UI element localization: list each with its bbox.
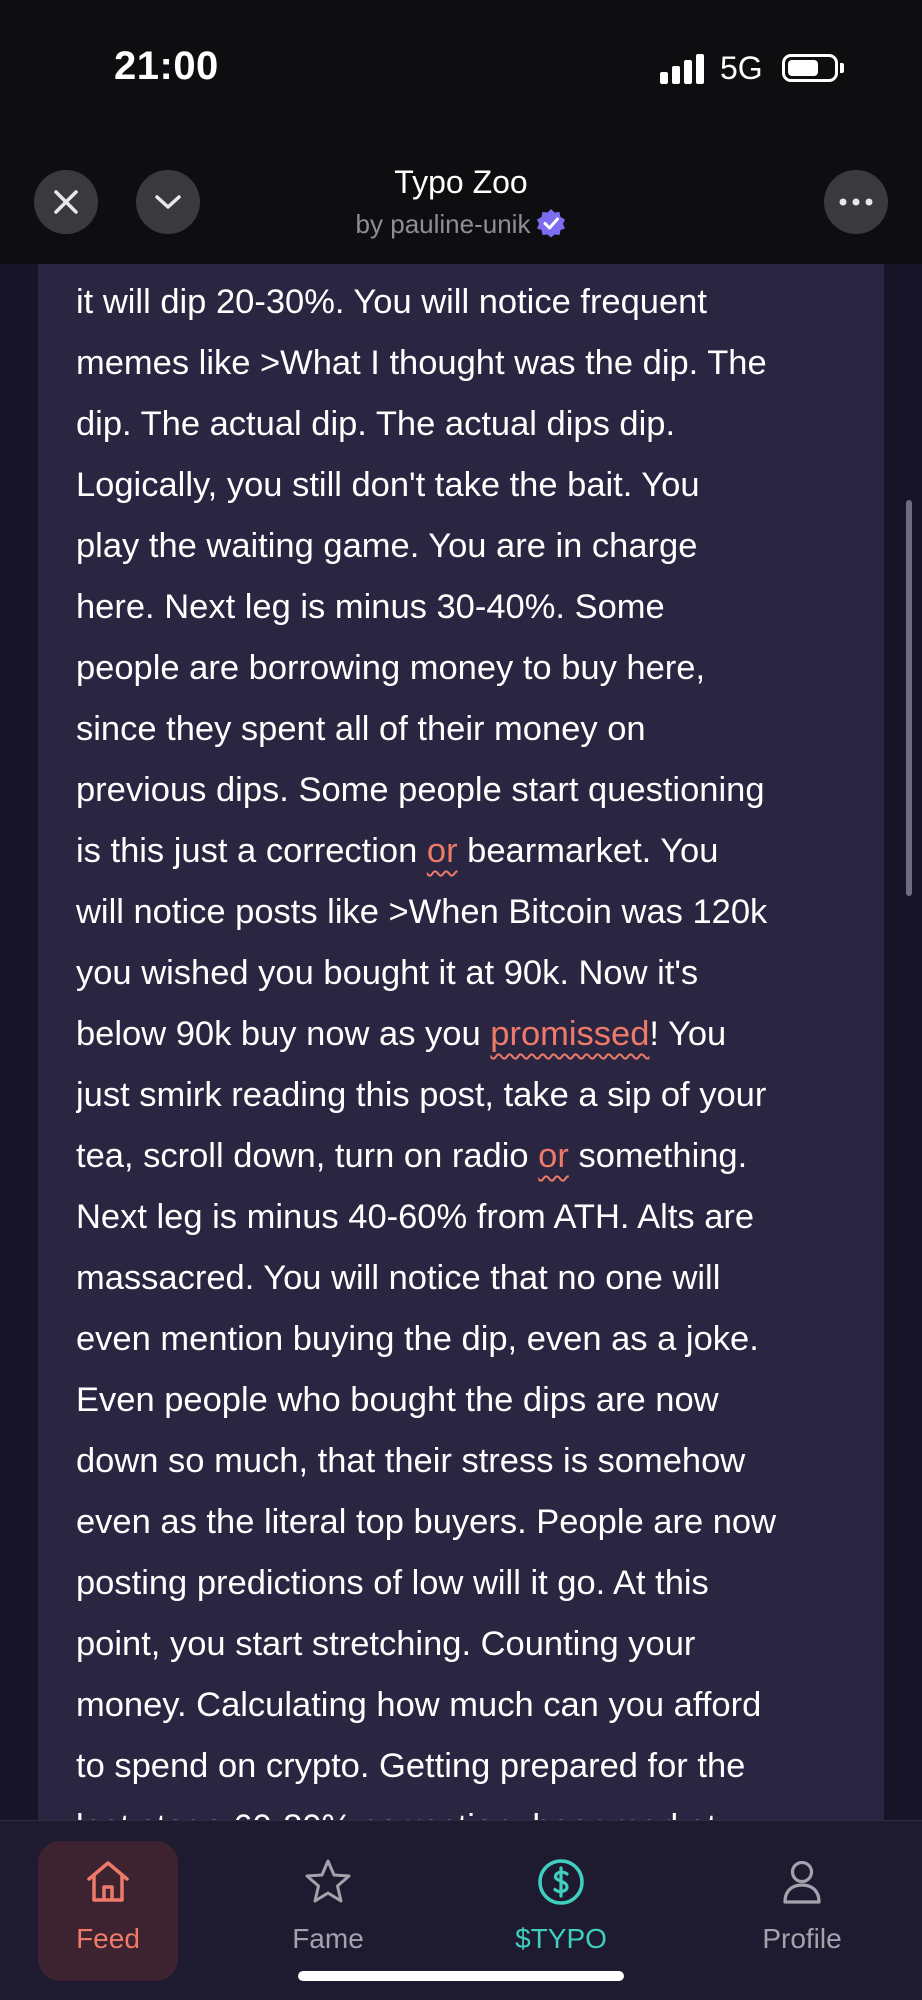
- post-text: since they spent all of their money on: [76, 710, 646, 748]
- post-text: posting predictions of low will it go. A…: [76, 1564, 709, 1602]
- post-line: money. Calculating how much can you affo…: [76, 1675, 866, 1736]
- post-line: it will dip 20-30%. You will notice freq…: [76, 272, 866, 333]
- network-type: 5G: [720, 50, 763, 86]
- post-line: here. Next leg is minus 30-40%. Some: [76, 577, 866, 638]
- post-line: you wished you bought it at 90k. Now it'…: [76, 943, 866, 1004]
- post-body[interactable]: it will dip 20-30%. You will notice freq…: [76, 272, 866, 1820]
- app-screen: 21:00 5G Typo Zoo by pauline-unik it wil…: [0, 0, 922, 2000]
- post-line: people are borrowing money to buy here,: [76, 638, 866, 699]
- post-line: dip. The actual dip. The actual dips dip…: [76, 394, 866, 455]
- post-text: you wished you bought it at 90k. Now it'…: [76, 954, 699, 992]
- post-text: something.: [568, 1137, 748, 1175]
- post-text: memes like >What I thought was the dip. …: [76, 344, 767, 382]
- post-text: people are borrowing money to buy here,: [76, 649, 706, 687]
- post-line: Next leg is minus 40-60% from ATH. Alts …: [76, 1187, 866, 1248]
- post-line: below 90k buy now as you promissed! You: [76, 1004, 866, 1065]
- post-line: to spend on crypto. Getting prepared for…: [76, 1736, 866, 1797]
- typo-word[interactable]: or: [538, 1137, 569, 1175]
- post-header: Typo Zoo by pauline-unik: [0, 140, 922, 265]
- post-line: will notice posts like >When Bitcoin was…: [76, 882, 866, 943]
- nav-label-fame: Fame: [292, 1923, 364, 1954]
- typo-word[interactable]: or: [427, 832, 458, 870]
- post-line: tea, scroll down, turn on radio or somet…: [76, 1126, 866, 1187]
- nav-item-fame[interactable]: Fame: [258, 1841, 398, 1981]
- nav-item-typo[interactable]: $TYPO: [491, 1841, 631, 1981]
- post-line: down so much, that their stress is someh…: [76, 1431, 866, 1492]
- nav-label-feed: Feed: [76, 1923, 140, 1954]
- post-line: even as the literal top buyers. People a…: [76, 1492, 866, 1553]
- home-indicator[interactable]: [298, 1971, 624, 1981]
- author-name[interactable]: by pauline-unik: [356, 209, 531, 239]
- post-text: previous dips. Some people start questio…: [76, 771, 765, 809]
- post-line: just smirk reading this post, take a sip…: [76, 1065, 866, 1126]
- typo-word[interactable]: promissed: [490, 1015, 649, 1053]
- more-options-button[interactable]: [824, 170, 888, 234]
- post-line: since they spent all of their money on: [76, 699, 866, 760]
- post-text: massacred. You will notice that no one w…: [76, 1259, 721, 1297]
- post-text: ! You: [649, 1015, 727, 1053]
- verified-badge-icon: [537, 209, 566, 238]
- post-text: tea, scroll down, turn on radio: [76, 1137, 539, 1175]
- post-line: massacred. You will notice that no one w…: [76, 1248, 866, 1309]
- post-text: even mention buying the dip, even as a j…: [76, 1320, 759, 1358]
- post-text: here. Next leg is minus 30-40%. Some: [76, 588, 665, 626]
- post-text: bearmarket. You: [457, 832, 719, 870]
- nav-item-profile[interactable]: Profile: [732, 1841, 872, 1981]
- post-line: posting predictions of low will it go. A…: [76, 1553, 866, 1614]
- post-text: just smirk reading this post, take a sip…: [76, 1076, 767, 1114]
- content-gutter-right: [884, 264, 922, 1820]
- home-icon: [87, 1861, 129, 1902]
- status-bar: 21:00 5G: [0, 0, 922, 140]
- post-text: Next leg is minus 40-60% from ATH. Alts …: [76, 1198, 755, 1236]
- post-text: last stage 60-80% correction, bear marke…: [76, 1808, 716, 1820]
- post-text: down so much, that their stress is someh…: [76, 1442, 746, 1480]
- post-text: play the waiting game. You are in charge: [76, 527, 698, 565]
- cellular-signal-icon: [660, 54, 708, 84]
- post-line: Even people who bought the dips are now: [76, 1370, 866, 1431]
- post-line: Logically, you still don't take the bait…: [76, 455, 866, 516]
- post-text: is this just a correction: [76, 832, 427, 870]
- scrollbar-thumb[interactable]: [906, 500, 912, 896]
- nav-label-profile: Profile: [762, 1923, 842, 1954]
- post-text: to spend on crypto. Getting prepared for…: [76, 1747, 746, 1785]
- post-line: memes like >What I thought was the dip. …: [76, 333, 866, 394]
- post-text: Even people who bought the dips are now: [76, 1381, 719, 1419]
- post-line: play the waiting game. You are in charge: [76, 516, 866, 577]
- post-text: money. Calculating how much can you affo…: [76, 1686, 762, 1724]
- post-line: is this just a correction or bearmarket.…: [76, 821, 866, 882]
- post-text: Logically, you still don't take the bait…: [76, 466, 700, 504]
- dollar-coin-icon: [538, 1859, 584, 1905]
- post-line: last stage 60-80% correction, bear marke…: [76, 1797, 866, 1820]
- battery-nub: [840, 63, 844, 73]
- post-line: even mention buying the dip, even as a j…: [76, 1309, 866, 1370]
- content-gutter-left: [0, 264, 38, 1820]
- page-title: Typo Zoo: [394, 164, 528, 200]
- post-text: below 90k buy now as you: [76, 1015, 491, 1053]
- more-icon: [839, 198, 873, 206]
- post-text: point, you start stretching. Counting yo…: [76, 1625, 696, 1663]
- post-line: point, you start stretching. Counting yo…: [76, 1614, 866, 1675]
- post-line: previous dips. Some people start questio…: [76, 760, 866, 821]
- nav-label-typo: $TYPO: [515, 1923, 607, 1954]
- nav-item-feed[interactable]: Feed: [38, 1841, 178, 1981]
- post-text: it will dip 20-30%. You will notice freq…: [76, 283, 707, 321]
- star-icon: [305, 1859, 351, 1903]
- person-icon: [783, 1860, 821, 1904]
- author-byline[interactable]: by pauline-unik: [0, 208, 922, 240]
- post-text: even as the literal top buyers. People a…: [76, 1503, 777, 1541]
- post-text: dip. The actual dip. The actual dips dip…: [76, 405, 676, 443]
- post-text: will notice posts like >When Bitcoin was…: [76, 893, 768, 931]
- status-time: 21:00: [114, 44, 219, 88]
- battery-icon: [782, 54, 838, 82]
